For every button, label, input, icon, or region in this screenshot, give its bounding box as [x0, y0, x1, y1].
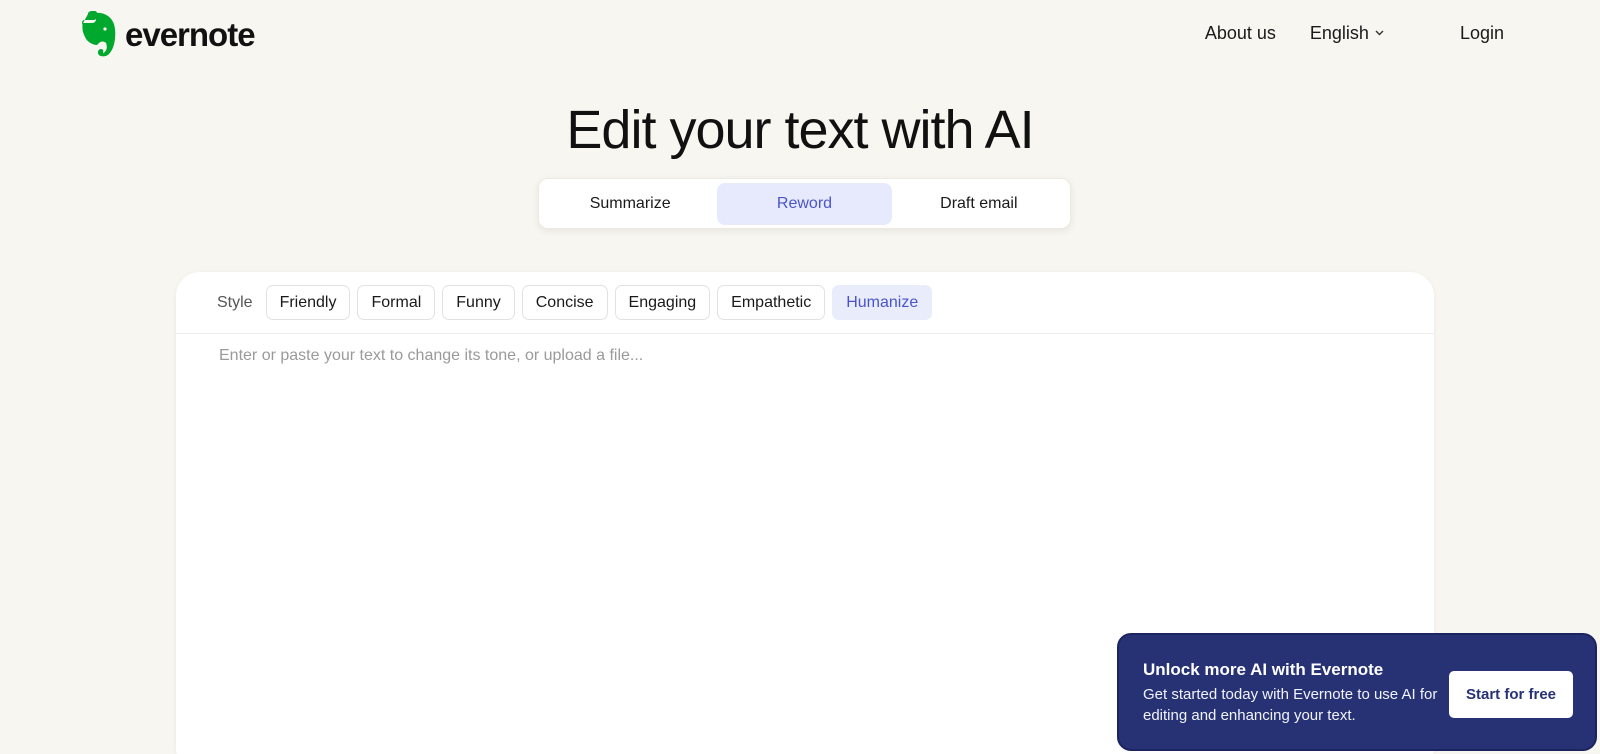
style-empathetic-button[interactable]: Empathetic — [717, 285, 826, 320]
style-engaging-button[interactable]: Engaging — [614, 285, 711, 320]
style-friendly-button[interactable]: Friendly — [265, 285, 351, 320]
tab-draft-email[interactable]: Draft email — [892, 183, 1066, 225]
logo-wordmark: evernote — [125, 15, 256, 53]
site-header: evernote About us English Login — [0, 0, 1600, 66]
tab-reword[interactable]: Reword — [717, 182, 892, 225]
upgrade-banner: Unlock more AI with Evernote Get started… — [1117, 633, 1597, 751]
language-label: English — [1309, 23, 1369, 43]
elephant-icon — [79, 11, 117, 57]
page: evernote About us English Login Edit you… — [0, 0, 1600, 754]
upgrade-banner-body: Get started today with Evernote to use A… — [1143, 685, 1438, 724]
upgrade-banner-text: Unlock more AI with Evernote Get started… — [1143, 659, 1439, 726]
tab-summarize[interactable]: Summarize — [543, 183, 717, 225]
style-humanize-button[interactable]: Humanize — [832, 285, 933, 320]
top-nav: About us English Login — [1205, 21, 1504, 45]
style-formal-button[interactable]: Formal — [357, 285, 436, 320]
style-concise-button[interactable]: Concise — [521, 285, 608, 320]
start-for-free-button[interactable]: Start for free — [1449, 671, 1573, 718]
about-us-link[interactable]: About us — [1205, 21, 1276, 45]
language-selector[interactable]: English — [1310, 21, 1384, 45]
style-label: Style — [217, 293, 253, 311]
chevron-down-icon — [1375, 30, 1384, 36]
evernote-logo[interactable]: evernote — [79, 11, 256, 57]
upgrade-banner-title: Unlock more AI with Evernote — [1143, 659, 1384, 679]
mode-tabs: Summarize Reword Draft email — [538, 178, 1071, 229]
style-selector: Style Friendly Formal Funny Concise Enga… — [176, 272, 1434, 334]
page-title: Edit your text with AI — [566, 100, 1034, 160]
style-funny-button[interactable]: Funny — [442, 285, 515, 320]
login-link[interactable]: Login — [1460, 21, 1504, 45]
